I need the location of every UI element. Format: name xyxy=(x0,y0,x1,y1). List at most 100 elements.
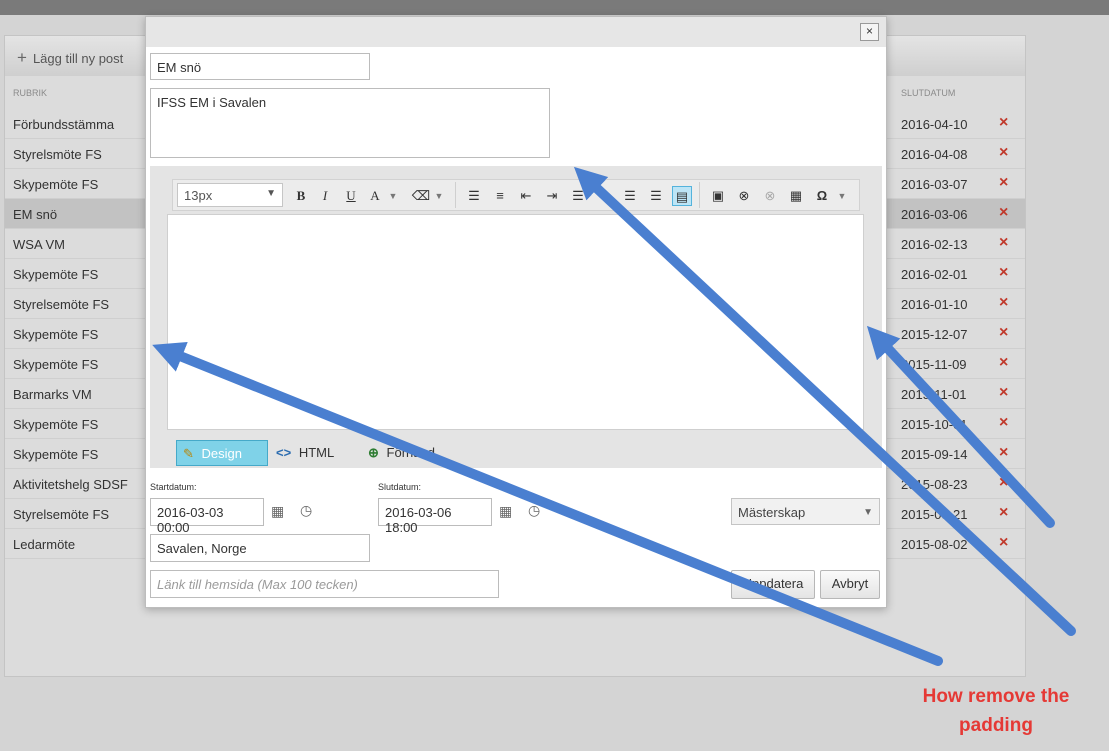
toolbar-separator xyxy=(699,182,700,208)
delete-icon[interactable]: × xyxy=(999,534,1008,552)
edit-event-dialog: × EM snö IFSS EM i Savalen 13px ▼ B I U … xyxy=(145,16,887,608)
category-select[interactable]: Mästerskap ▼ xyxy=(731,498,880,525)
plus-icon: + xyxy=(17,48,27,67)
row-end-date: 2016-04-08 xyxy=(901,147,968,162)
underline-icon[interactable]: U xyxy=(341,186,361,206)
row-title: Skypemöte FS xyxy=(13,357,99,372)
align-right-icon[interactable]: ☰ xyxy=(620,186,640,206)
row-title: Aktivitetshelg SDSF xyxy=(13,477,128,492)
indent-icon[interactable]: ⇥ xyxy=(542,186,562,206)
row-end-date: 2015-08-21 xyxy=(901,507,968,522)
bold-icon[interactable]: B xyxy=(291,186,311,206)
clear-format-icon[interactable]: ▤ xyxy=(672,186,692,206)
highlight-dropdown-icon[interactable]: ▼ xyxy=(429,186,449,206)
delete-icon[interactable]: × xyxy=(999,264,1008,282)
row-end-date: 2016-01-10 xyxy=(901,297,968,312)
row-end-date: 2015-09-14 xyxy=(901,447,968,462)
chevron-down-icon: ▼ xyxy=(266,188,276,199)
row-end-date: 2015-10-01 xyxy=(901,417,968,432)
editor-content-area[interactable] xyxy=(167,214,864,430)
pencil-icon: ✎ xyxy=(183,446,194,461)
row-title: Förbundsstämma xyxy=(13,117,115,132)
update-button[interactable]: Uppdatera xyxy=(731,570,815,599)
font-color-dropdown-icon[interactable]: ▼ xyxy=(383,186,403,206)
delete-icon[interactable]: × xyxy=(999,174,1008,192)
special-character-dropdown-icon[interactable]: ▼ xyxy=(832,186,852,206)
title-input[interactable]: EM snö xyxy=(150,53,370,80)
row-title: Styrelsemöte FS xyxy=(13,507,110,522)
tab-preview[interactable]: ⊕ Förhand xyxy=(368,440,458,466)
bulleted-list-icon[interactable]: ☰ xyxy=(464,186,484,206)
row-title: Skypemöte FS xyxy=(13,327,99,342)
delete-icon[interactable]: × xyxy=(999,504,1008,522)
calendar-icon[interactable]: ▦ xyxy=(271,503,284,520)
start-date-label: Startdatum: xyxy=(150,482,197,492)
delete-icon[interactable]: × xyxy=(999,354,1008,372)
font-size-select[interactable]: 13px ▼ xyxy=(177,183,283,207)
row-end-date: 2016-02-13 xyxy=(901,237,968,252)
row-end-date: 2015-12-07 xyxy=(901,327,968,342)
align-center-icon[interactable]: ≡ xyxy=(594,186,614,206)
clock-icon[interactable]: ◷ xyxy=(300,502,312,519)
delete-icon[interactable]: × xyxy=(999,234,1008,252)
start-date-input[interactable]: 2016-03-03 00:00 xyxy=(150,498,264,535)
end-date-input[interactable]: 2016-03-06 18:00 xyxy=(378,498,492,535)
top-bar xyxy=(0,0,1109,15)
numbered-list-icon[interactable]: ≡ xyxy=(490,186,510,206)
clock-icon[interactable]: ◷ xyxy=(528,502,540,519)
row-end-date: 2016-02-01 xyxy=(901,267,968,282)
special-character-icon[interactable]: Ω xyxy=(812,186,832,206)
row-end-date: 2016-03-06 xyxy=(901,207,968,222)
editor-toolbar: 13px ▼ B I U A ▼ ⌫ ▼ ☰ ≡ ⇤ ⇥ ☰ ≡ ☰ ☰ ▤ ▣… xyxy=(172,179,860,211)
toolbar-separator xyxy=(455,182,456,208)
row-title: Barmarks VM xyxy=(13,387,92,402)
column-header-title: RUBRIK xyxy=(13,88,48,98)
zoom-icon: ⊕ xyxy=(368,445,379,460)
row-end-date: 2016-03-07 xyxy=(901,177,968,192)
column-header-end-date: SLUTDATUM xyxy=(901,88,956,98)
cancel-button[interactable]: Avbryt xyxy=(820,570,880,599)
row-end-date: 2015-08-02 xyxy=(901,537,968,552)
tab-html[interactable]: <> HTML xyxy=(276,440,356,466)
unlink-icon[interactable]: ⊗ xyxy=(760,186,780,206)
justify-icon[interactable]: ☰ xyxy=(646,186,666,206)
paste-icon[interactable]: ▦ xyxy=(786,186,806,206)
delete-icon[interactable]: × xyxy=(999,324,1008,342)
code-icon: <> xyxy=(276,445,292,460)
row-title: Skypemöte FS xyxy=(13,177,99,192)
font-color-icon[interactable]: A xyxy=(365,186,385,206)
outdent-icon[interactable]: ⇤ xyxy=(516,186,536,206)
rich-text-editor: 13px ▼ B I U A ▼ ⌫ ▼ ☰ ≡ ⇤ ⇥ ☰ ≡ ☰ ☰ ▤ ▣… xyxy=(150,166,882,468)
align-left-icon[interactable]: ☰ xyxy=(568,186,588,206)
row-title: Skypemöte FS xyxy=(13,417,99,432)
row-title: Skypemöte FS xyxy=(13,447,99,462)
row-title: Styrelsmöte FS xyxy=(13,147,102,162)
italic-icon[interactable]: I xyxy=(315,186,335,206)
delete-icon[interactable]: × xyxy=(999,474,1008,492)
image-icon[interactable]: ▣ xyxy=(708,186,728,206)
end-date-label: Slutdatum: xyxy=(378,482,422,492)
row-end-date: 2015-11-09 xyxy=(901,357,967,372)
delete-icon[interactable]: × xyxy=(999,384,1008,402)
row-title: Ledarmöte xyxy=(13,537,76,552)
delete-icon[interactable]: × xyxy=(999,204,1008,222)
row-title: Skypemöte FS xyxy=(13,267,99,282)
location-input[interactable]: Savalen, Norge xyxy=(150,534,370,562)
link-icon[interactable]: ⊗ xyxy=(734,186,754,206)
row-end-date: 2015-11-01 xyxy=(901,387,967,402)
chevron-down-icon: ▼ xyxy=(863,507,873,518)
highlight-icon[interactable]: ⌫ xyxy=(411,186,431,206)
delete-icon[interactable]: × xyxy=(999,414,1008,432)
add-post-button[interactable]: + Lägg till ny post xyxy=(17,48,123,68)
website-link-input[interactable]: Länk till hemsida (Max 100 tecken) xyxy=(150,570,499,598)
summary-textarea[interactable]: IFSS EM i Savalen xyxy=(150,88,550,158)
delete-icon[interactable]: × xyxy=(999,144,1008,162)
calendar-icon[interactable]: ▦ xyxy=(499,503,512,520)
tab-design[interactable]: ✎ Design xyxy=(176,440,268,466)
delete-icon[interactable]: × xyxy=(999,444,1008,462)
close-button[interactable]: × xyxy=(860,23,879,41)
delete-icon[interactable]: × xyxy=(999,114,1008,132)
delete-icon[interactable]: × xyxy=(999,294,1008,312)
row-title: WSA VM xyxy=(13,237,66,252)
dialog-header: × xyxy=(146,17,886,47)
